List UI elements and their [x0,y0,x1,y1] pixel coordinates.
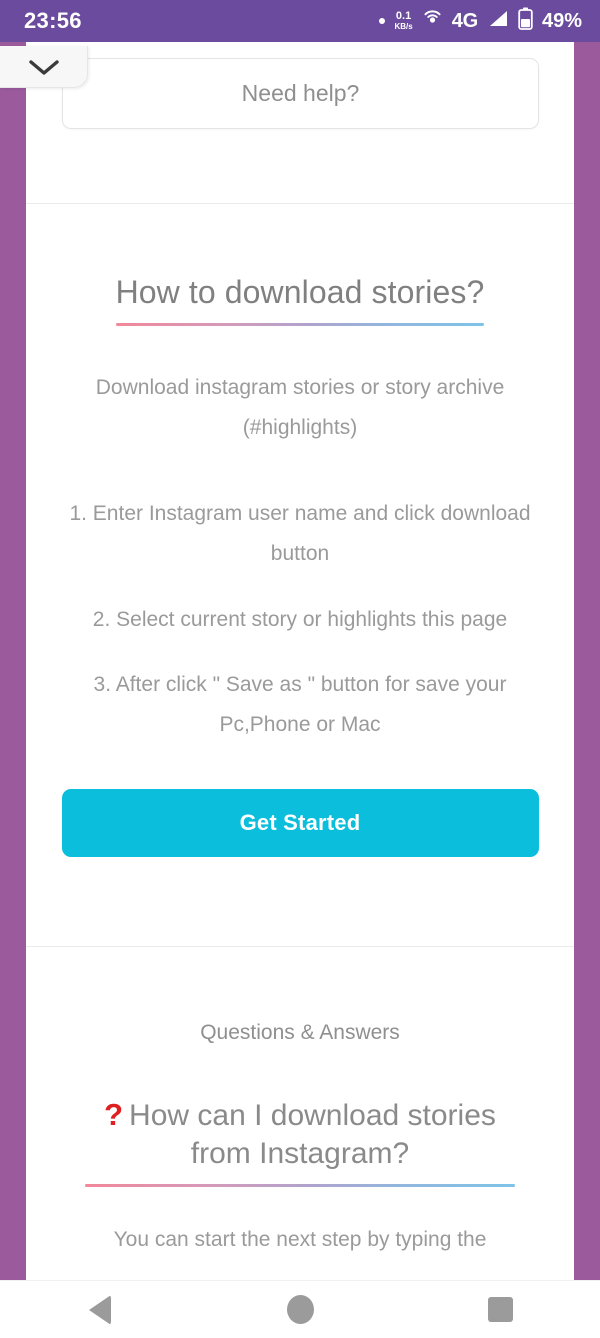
qa-answer-text: You can start the next step by typing th… [113,1227,487,1251]
page-background-strip-right [574,42,600,1280]
qa-question-label: How can I download stories from Instagra… [129,1099,496,1171]
nav-back-button[interactable] [45,1281,155,1338]
status-bar: 23:56 0.1 KB/s 4G 49% [0,0,600,42]
page-title: How to download stories? [115,274,485,310]
recents-square-icon [487,1297,513,1322]
qa-question-text: ? How can I download stories from Instagr… [104,1097,496,1171]
collapse-panel-button[interactable] [0,46,88,88]
qa-question-wrap: ? How can I download stories from Instagr… [85,1095,515,1187]
how-to-step-1: 1. Enter Instagram user name and click d… [69,501,531,565]
back-triangle-icon [89,1294,111,1325]
qa-gradient-rule [85,1183,515,1187]
title-gradient-rule [115,323,485,326]
home-circle-icon [286,1295,314,1324]
network-speed-icon: 0.1 KB/s [394,11,412,31]
nav-home-button[interactable] [245,1281,355,1338]
how-to-step-2: 2. Select current story or highlights th… [92,607,508,631]
hotspot-icon [422,9,443,33]
get-started-button[interactable]: Get Started [61,789,539,858]
questions-answers-section: Questions & Answers ? How can I download … [26,947,574,1260]
page-background-strip-left [0,42,26,1280]
android-navigation-bar [0,1280,600,1338]
question-mark-icon: ? [104,1097,124,1132]
how-to-step-3: 3. After click " Save as " button for sa… [93,673,507,737]
phone-screen: 23:56 0.1 KB/s 4G 49% Need help? How to … [0,0,600,1338]
how-to-title-wrap: How to download stories? [115,272,485,326]
how-to-section: How to download stories? Download instag… [26,204,574,858]
status-icons-group: 0.1 KB/s 4G 49% [379,7,582,35]
need-help-label: Need help? [241,80,360,106]
status-clock: 23:56 [24,8,82,33]
battery-icon [518,7,533,35]
network-speed-value: 0.1 [395,10,412,22]
network-speed-unit: KB/s [394,22,413,31]
battery-percent-label: 49% [541,10,582,32]
network-type-label: 4G [451,10,478,32]
qa-section-heading: Questions & Answers [200,1021,400,1044]
dot-icon [379,18,386,24]
how-to-title-block: How to download stories? [26,272,574,326]
chevron-down-icon [27,57,61,77]
need-help-button[interactable]: Need help? [62,58,539,129]
nav-recents-button[interactable] [445,1281,555,1338]
qa-item[interactable]: ? How can I download stories from Instagr… [26,1095,574,1187]
how-to-subtitle: Download instagram stories or story arch… [95,376,505,439]
signal-icon [487,9,509,33]
